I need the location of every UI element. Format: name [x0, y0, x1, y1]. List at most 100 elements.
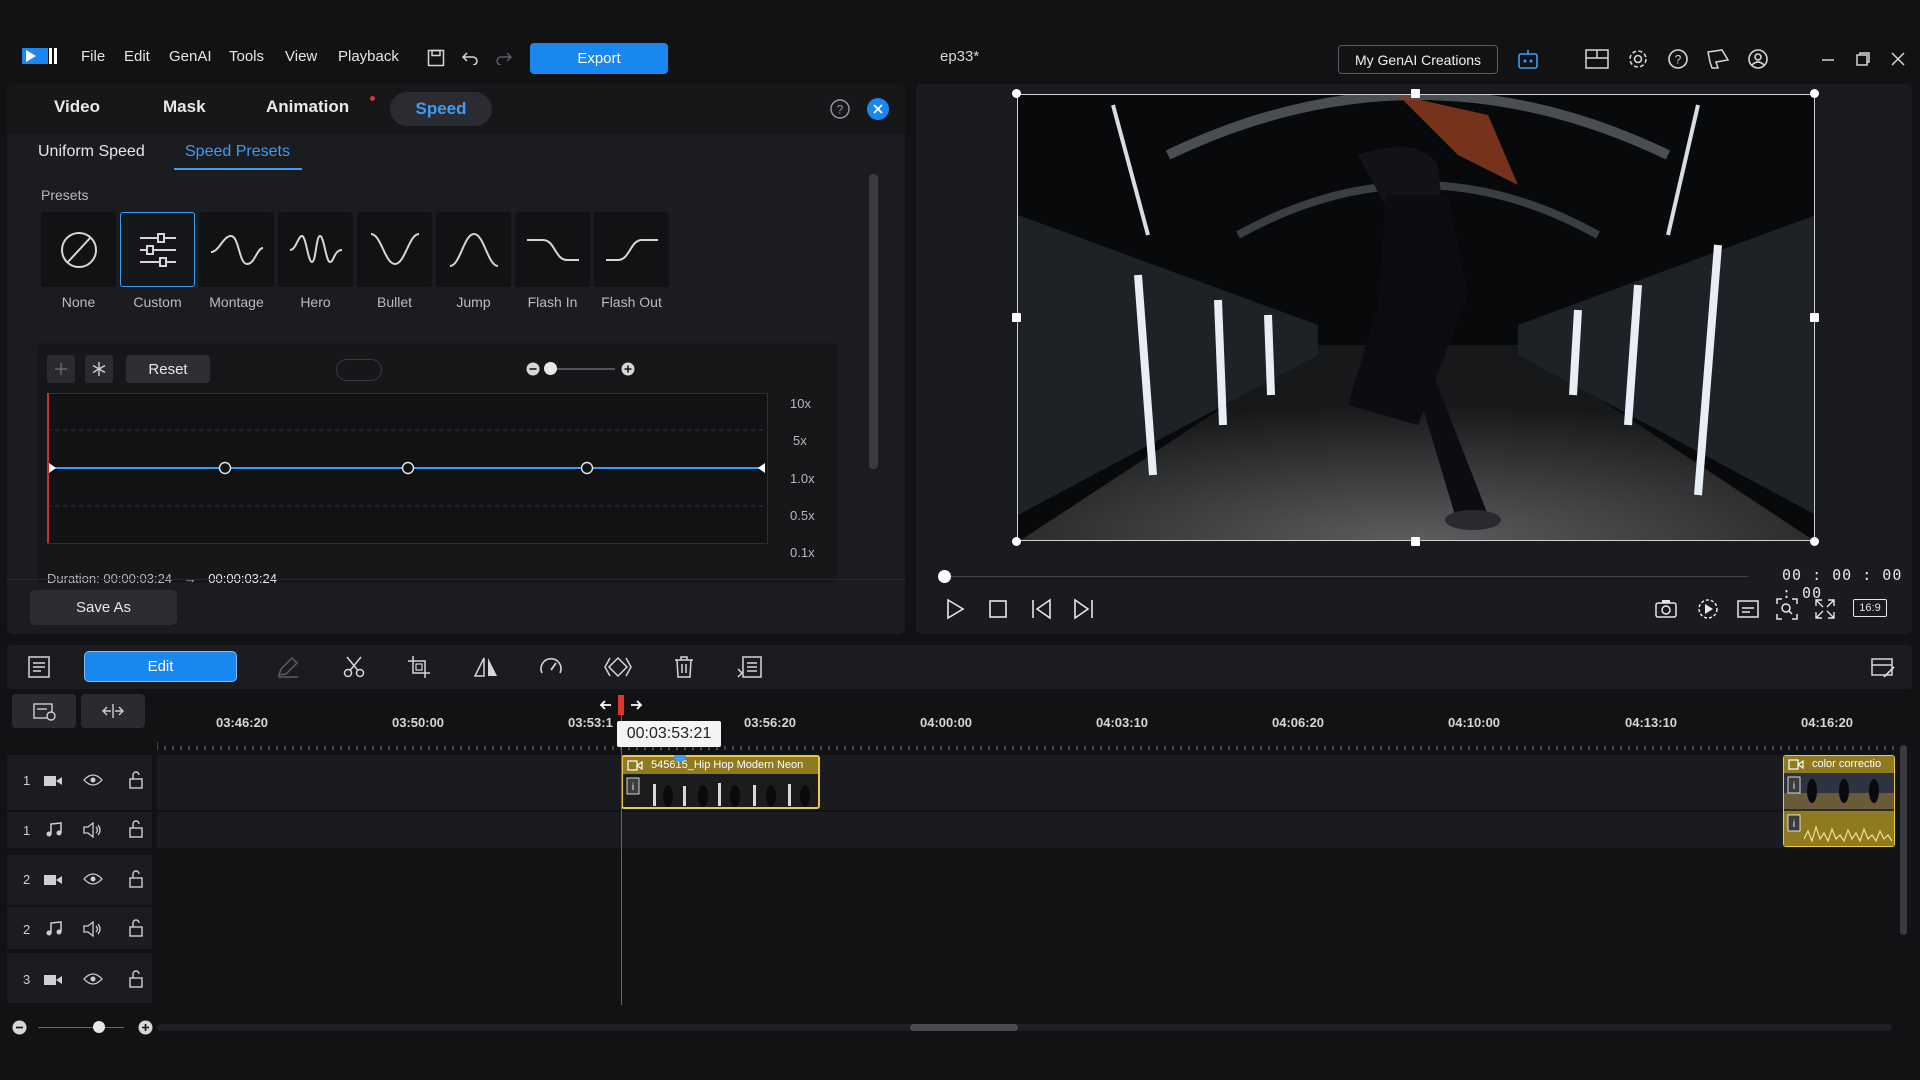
eye-icon[interactable]: [83, 773, 103, 787]
video-track-3[interactable]: [157, 953, 1892, 1003]
layout-icon[interactable]: [1583, 45, 1611, 73]
help-icon[interactable]: ?: [829, 98, 851, 120]
help-icon[interactable]: ?: [1664, 45, 1692, 73]
transform-handle[interactable]: [1810, 89, 1819, 98]
playback-mode-icon[interactable]: [1696, 598, 1720, 620]
next-frame-icon[interactable]: [1071, 598, 1095, 620]
preset-custom[interactable]: [120, 212, 195, 287]
scrubber-thumb[interactable]: [938, 570, 951, 583]
ease-toggle[interactable]: [336, 359, 382, 381]
transform-handle[interactable]: [1012, 313, 1021, 322]
lock-icon[interactable]: [128, 820, 144, 838]
more-tools-icon[interactable]: [737, 655, 763, 679]
transform-handle[interactable]: [1810, 313, 1819, 322]
keyframe-icon[interactable]: [604, 655, 632, 679]
preset-flash-in[interactable]: [515, 212, 590, 287]
freeze-button[interactable]: [85, 355, 113, 383]
snapshot-icon[interactable]: [1654, 599, 1678, 619]
panel-scrollbar[interactable]: [869, 174, 878, 469]
tab-speed[interactable]: Speed: [390, 92, 492, 126]
reset-button[interactable]: Reset: [126, 355, 210, 383]
scissors-icon[interactable]: [342, 655, 366, 679]
transform-handle[interactable]: [1012, 89, 1021, 98]
preset-hero[interactable]: [278, 212, 353, 287]
my-genai-creations-button[interactable]: My GenAI Creations: [1338, 45, 1498, 74]
close-icon[interactable]: [1884, 45, 1912, 73]
playhead[interactable]: [621, 705, 622, 1005]
menu-genai[interactable]: GenAI: [169, 48, 212, 65]
timeline-zoom-slider[interactable]: [38, 1027, 124, 1028]
preset-flash-out[interactable]: [594, 212, 669, 287]
timeline-clip[interactable]: 545615_Hip Hop Modern Neon i: [621, 755, 820, 809]
add-keyframe-button[interactable]: [47, 355, 75, 383]
restore-icon[interactable]: [1849, 45, 1877, 73]
tab-video[interactable]: Video: [54, 97, 100, 117]
feedback-icon[interactable]: [1704, 45, 1732, 73]
track-manager-button[interactable]: [12, 694, 76, 728]
zoom-in-icon[interactable]: [621, 362, 635, 376]
timeline-horizontal-scrollbar[interactable]: [157, 1024, 1892, 1031]
menu-playback[interactable]: Playback: [338, 48, 399, 65]
timeline-vertical-scrollbar[interactable]: [1900, 745, 1907, 935]
timeline-scroll-thumb[interactable]: [910, 1024, 1018, 1031]
video-track-1[interactable]: [157, 755, 1892, 810]
account-icon[interactable]: [1744, 45, 1772, 73]
speaker-icon[interactable]: [83, 822, 103, 838]
tab-animation[interactable]: Animation: [266, 97, 349, 117]
subtab-uniform-speed[interactable]: Uniform Speed: [38, 143, 145, 161]
crop-icon[interactable]: [407, 655, 431, 679]
robot-icon[interactable]: [1514, 45, 1542, 73]
eye-icon[interactable]: [83, 972, 103, 986]
speed-icon[interactable]: [539, 655, 563, 679]
redo-icon[interactable]: [490, 44, 518, 72]
menu-tools[interactable]: Tools: [229, 48, 264, 65]
transform-handle[interactable]: [1012, 537, 1021, 546]
transform-handle[interactable]: [1810, 537, 1819, 546]
lock-icon[interactable]: [128, 970, 144, 988]
previous-frame-icon[interactable]: [1030, 598, 1054, 620]
preset-bullet[interactable]: [357, 212, 432, 287]
save-as-button[interactable]: Save As: [30, 590, 177, 625]
menu-file[interactable]: File: [81, 48, 105, 65]
video-preview[interactable]: [1017, 94, 1815, 541]
zoom-out-icon[interactable]: [526, 362, 540, 376]
flip-icon[interactable]: [473, 655, 499, 679]
export-button[interactable]: Export: [530, 43, 668, 74]
menu-view[interactable]: View: [285, 48, 317, 65]
close-panel-icon[interactable]: [867, 98, 889, 120]
subtitles-icon[interactable]: [1736, 599, 1760, 619]
play-icon[interactable]: [944, 598, 966, 620]
preset-none[interactable]: [41, 212, 116, 287]
fullscreen-icon[interactable]: [1814, 598, 1836, 620]
transform-handle[interactable]: [1411, 537, 1420, 546]
zoom-preview-icon[interactable]: [1776, 598, 1798, 620]
undo-icon[interactable]: [456, 44, 484, 72]
gear-icon[interactable]: [1624, 45, 1652, 73]
speed-graph[interactable]: [47, 393, 769, 545]
speaker-icon[interactable]: [83, 921, 103, 937]
aspect-ratio-button[interactable]: 16:9: [1853, 599, 1887, 617]
preset-jump[interactable]: [436, 212, 511, 287]
trash-icon[interactable]: [673, 655, 695, 679]
timeline-zoom-in-icon[interactable]: [138, 1020, 153, 1035]
zoom-slider[interactable]: [547, 368, 615, 370]
tab-mask[interactable]: Mask: [163, 97, 206, 117]
stop-icon[interactable]: [988, 599, 1008, 619]
save-icon[interactable]: [422, 44, 450, 72]
subtab-speed-presets[interactable]: Speed Presets: [185, 143, 290, 161]
media-library-icon[interactable]: [27, 655, 51, 679]
audio-track-1[interactable]: [157, 812, 1892, 848]
fit-timeline-button[interactable]: [81, 694, 145, 728]
preset-montage[interactable]: [199, 212, 274, 287]
video-track-2[interactable]: [157, 855, 1892, 905]
menu-edit[interactable]: Edit: [124, 48, 150, 65]
audio-track-2[interactable]: [157, 907, 1892, 949]
eye-icon[interactable]: [83, 872, 103, 886]
minimize-icon[interactable]: [1814, 45, 1842, 73]
pen-icon[interactable]: [276, 656, 300, 678]
playhead-handle[interactable]: [599, 695, 643, 715]
timeline-zoom-out-icon[interactable]: [12, 1020, 27, 1035]
timeline-clip[interactable]: color correctio i i: [1783, 755, 1895, 847]
timeline-zoom-thumb[interactable]: [93, 1021, 105, 1033]
timeline-settings-icon[interactable]: [1870, 655, 1896, 679]
